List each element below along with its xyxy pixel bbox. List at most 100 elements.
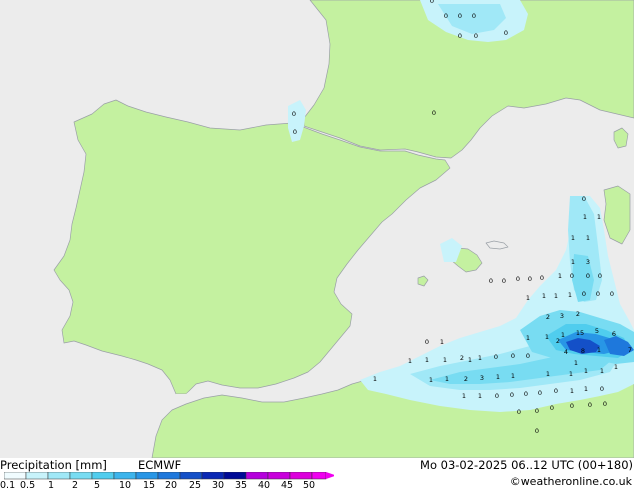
precip-value-label: 0: [474, 32, 478, 40]
precip-value-label: 0: [570, 272, 574, 280]
precip-value-label: 0: [526, 352, 530, 360]
scale-swatch: [47, 472, 71, 480]
precip-value-label: 1: [570, 387, 574, 395]
scale-swatch: [311, 472, 327, 480]
credit-label: ©weatheronline.co.uk: [509, 475, 632, 488]
precip-value-label: 0: [517, 408, 521, 416]
precip-value-label: 0: [603, 400, 607, 408]
precip-value-label: 0: [458, 12, 462, 20]
precip-value-label: 1: [443, 356, 447, 364]
precip-value-label: 0: [444, 12, 448, 20]
precip-value-label: 3: [586, 258, 590, 266]
precip-value-label: 1: [408, 357, 412, 365]
precip-value-label: 1: [597, 346, 601, 354]
precip-value-label: 0: [554, 387, 558, 395]
precip-value-label: 6: [612, 330, 616, 338]
precip-value-label: 0: [292, 110, 296, 118]
scale-swatch: [4, 472, 27, 480]
precip-value-label: 1: [526, 294, 530, 302]
precip-value-label: 1: [561, 331, 565, 339]
scale-arrow: [326, 472, 334, 479]
scale-swatch: [157, 472, 181, 480]
precip-value-label: 1: [542, 292, 546, 300]
scale-swatch: [113, 472, 137, 480]
scale-swatch: [245, 472, 269, 480]
precip-value-label: 1: [445, 375, 449, 383]
precip-value-label: 1: [597, 213, 601, 221]
precip-value-label: 1: [614, 363, 618, 371]
scale-swatch: [69, 472, 93, 480]
precip-value-label: 1: [468, 356, 472, 364]
precip-value-label: 0: [502, 277, 506, 285]
precip-value-label: 0: [582, 290, 586, 298]
scale-swatch: [267, 472, 291, 480]
precip-value-label: 2: [556, 337, 560, 345]
precip-value-label: 0: [430, 0, 434, 5]
precip-value-label: 1: [558, 272, 562, 280]
precip-value-label: 0: [495, 392, 499, 400]
precip-value-label: 4: [564, 348, 568, 356]
precip-value-label: 1: [545, 333, 549, 341]
precip-value-label: 0: [610, 290, 614, 298]
scale-swatch: [91, 472, 115, 480]
precip-value-label: 1: [586, 234, 590, 242]
precip-value-label: 0: [472, 12, 476, 20]
precip-value-label: 1: [568, 291, 572, 299]
precip-value-label: 0: [293, 128, 297, 136]
precip-value-label: 8: [581, 347, 585, 355]
precip-value-label: 0: [432, 109, 436, 117]
precip-value-label: 1: [569, 370, 573, 378]
precip-value-label: 0: [489, 277, 493, 285]
precip-value-label: 3: [560, 312, 564, 320]
precip-value-label: 1: [440, 338, 444, 346]
precip-value-label: 2: [464, 375, 468, 383]
scale-swatch: [289, 472, 313, 480]
precip-value-label: 1: [478, 392, 482, 400]
precip-value-label: 0: [516, 275, 520, 283]
precip-value-label: 1: [496, 373, 500, 381]
precip-value-label: 7: [628, 346, 632, 354]
precip-value-label: 1: [373, 375, 377, 383]
precip-value-label: 1: [478, 354, 482, 362]
precip-value-label: 1: [526, 334, 530, 342]
scale-swatch: [223, 472, 247, 480]
legend-model: ECMWF: [138, 458, 182, 472]
precip-value-label: 3: [480, 374, 484, 382]
precip-value-label: 0: [511, 352, 515, 360]
precip-value-label: 0: [504, 29, 508, 37]
scale-swatch: [179, 472, 203, 480]
precip-value-label: 1: [583, 213, 587, 221]
precip-value-label: 1: [546, 370, 550, 378]
precip-value-label: 2: [576, 310, 580, 318]
precip-value-label: 1: [571, 258, 575, 266]
precip-value-label: 0: [550, 404, 554, 412]
precip-value-label: 1: [511, 372, 515, 380]
precip-value-label: 0: [600, 385, 604, 393]
precip-value-label: 0: [582, 195, 586, 203]
precip-value-label: 0: [494, 353, 498, 361]
precip-value-label: 0: [535, 427, 539, 435]
precip-value-label: 0: [458, 32, 462, 40]
precip-value-label: 0: [540, 274, 544, 282]
precip-value-label: 0: [598, 272, 602, 280]
precip-value-label: 0: [510, 391, 514, 399]
precip-value-label: 1: [462, 392, 466, 400]
scale-swatch: [201, 472, 225, 480]
precip-value-label: 1: [584, 367, 588, 375]
precip-value-label: 0: [588, 401, 592, 409]
precip-value-label: 0: [570, 402, 574, 410]
precip-value-label: 5: [595, 327, 599, 335]
precip-value-label: 1: [425, 356, 429, 364]
precip-value-label: 1: [429, 376, 433, 384]
scale-swatch: [25, 472, 49, 480]
precip-value-label: 0: [586, 272, 590, 280]
precip-value-label: 0: [524, 390, 528, 398]
precip-value-label: 0: [535, 407, 539, 415]
precip-value-label: 2: [460, 354, 464, 362]
precip-value-label: 0: [425, 338, 429, 346]
precip-value-label: 2: [546, 313, 550, 321]
precip-value-label: 0: [528, 275, 532, 283]
precip-value-label: 1: [584, 385, 588, 393]
datetime-label: Mo 03-02-2025 06..12 UTC (00+180): [420, 458, 633, 472]
precip-value-label: 0: [538, 389, 542, 397]
